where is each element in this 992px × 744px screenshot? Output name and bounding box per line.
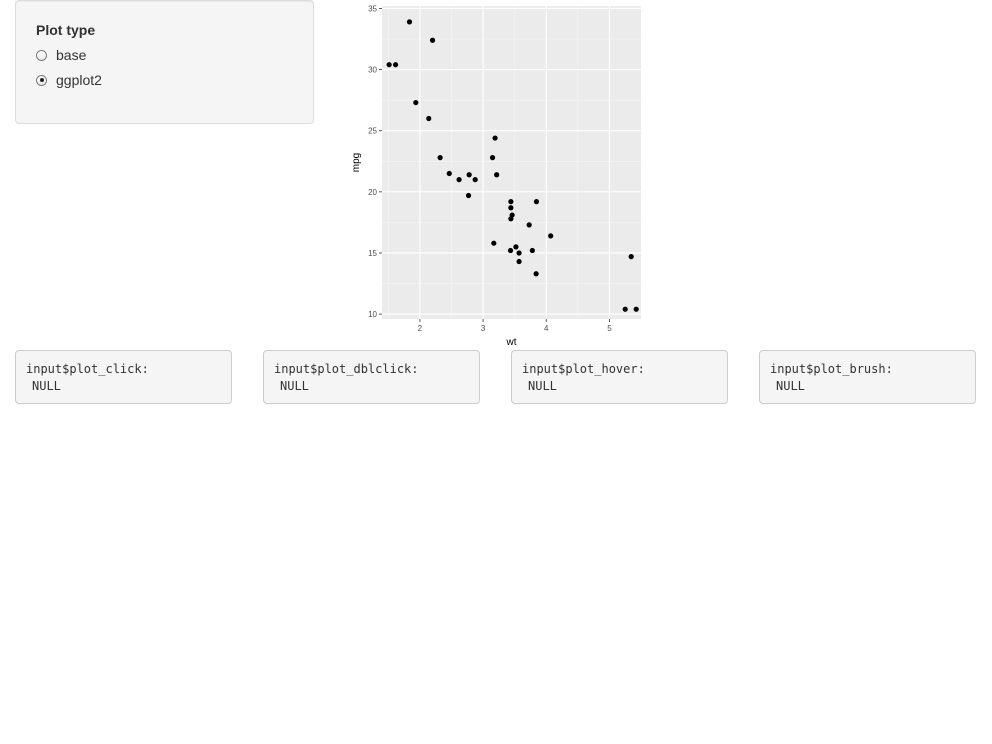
y-tick-label: 15 (368, 249, 377, 258)
data-point (529, 247, 535, 254)
plot-type-title: Plot type (36, 22, 96, 38)
plot-click-output: input$plot_click: NULL (15, 350, 232, 404)
data-point (446, 170, 452, 177)
x-tick-label: 2 (418, 324, 423, 333)
data-point (516, 250, 522, 256)
data-point (426, 115, 432, 122)
data-point (472, 177, 478, 183)
y-tick-label: 20 (368, 188, 377, 197)
y-tick-label: 10 (368, 310, 377, 319)
data-point (466, 172, 472, 178)
data-point (507, 247, 514, 254)
y-axis-title: mpg (351, 153, 362, 172)
plot-panel-background (382, 6, 641, 319)
data-point (489, 155, 496, 161)
radio-label-ggplot2: ggplot2 (56, 72, 102, 88)
data-point (533, 199, 540, 205)
plot-brush-value: NULL (776, 379, 805, 393)
radio-label-base: base (56, 47, 87, 63)
y-tick-label: 30 (368, 66, 377, 75)
data-point (548, 233, 554, 239)
radio-button-icon[interactable] (36, 49, 47, 61)
scatter-plot[interactable]: 2 3 4 5 10 15 20 25 30 35 wt mpg (345, 0, 650, 350)
data-point (533, 271, 539, 277)
plot-dblclick-output: input$plot_dblclick: NULL (263, 350, 480, 404)
radio-button-checked-icon[interactable] (36, 74, 47, 86)
x-axis-title: wt (506, 337, 517, 348)
x-tick-label: 4 (544, 324, 549, 333)
data-point (437, 155, 443, 161)
plot-hover-output: input$plot_hover: NULL (511, 350, 728, 404)
plot-dblclick-label: input$plot_dblclick: (274, 362, 419, 376)
data-point (508, 216, 514, 222)
radio-option-base[interactable]: base (36, 45, 86, 65)
plot-dblclick-value: NULL (280, 379, 309, 393)
data-point (429, 37, 436, 43)
data-point (513, 244, 519, 250)
radio-option-ggplot2[interactable]: ggplot2 (36, 70, 102, 90)
plot-click-label: input$plot_click: (26, 362, 149, 376)
data-point (494, 172, 500, 178)
y-tick-label: 35 (368, 4, 377, 13)
data-point (508, 205, 514, 211)
data-point (526, 222, 532, 228)
data-point (633, 306, 639, 312)
data-point (406, 19, 413, 25)
data-point (413, 99, 419, 106)
x-tick-label: 3 (481, 324, 486, 333)
data-point (628, 254, 634, 260)
plot-brush-output: input$plot_brush: NULL (759, 350, 976, 404)
data-point (508, 199, 514, 205)
data-point (465, 192, 472, 199)
data-point (392, 62, 399, 68)
data-point (491, 240, 497, 246)
scatter-plot-svg[interactable]: 2 3 4 5 10 15 20 25 30 35 wt mpg (345, 0, 650, 350)
plot-hover-value: NULL (528, 379, 557, 393)
data-point (386, 62, 392, 68)
data-point (516, 258, 522, 265)
data-point (456, 177, 462, 183)
plot-click-value: NULL (32, 379, 61, 393)
plot-type-panel: Plot type base ggplot2 (15, 0, 314, 124)
plot-hover-label: input$plot_hover: (522, 362, 645, 376)
data-point (622, 306, 628, 312)
plot-brush-label: input$plot_brush: (770, 362, 893, 376)
data-point (492, 135, 498, 141)
y-tick-label: 25 (368, 127, 377, 136)
x-tick-label: 5 (607, 324, 612, 333)
